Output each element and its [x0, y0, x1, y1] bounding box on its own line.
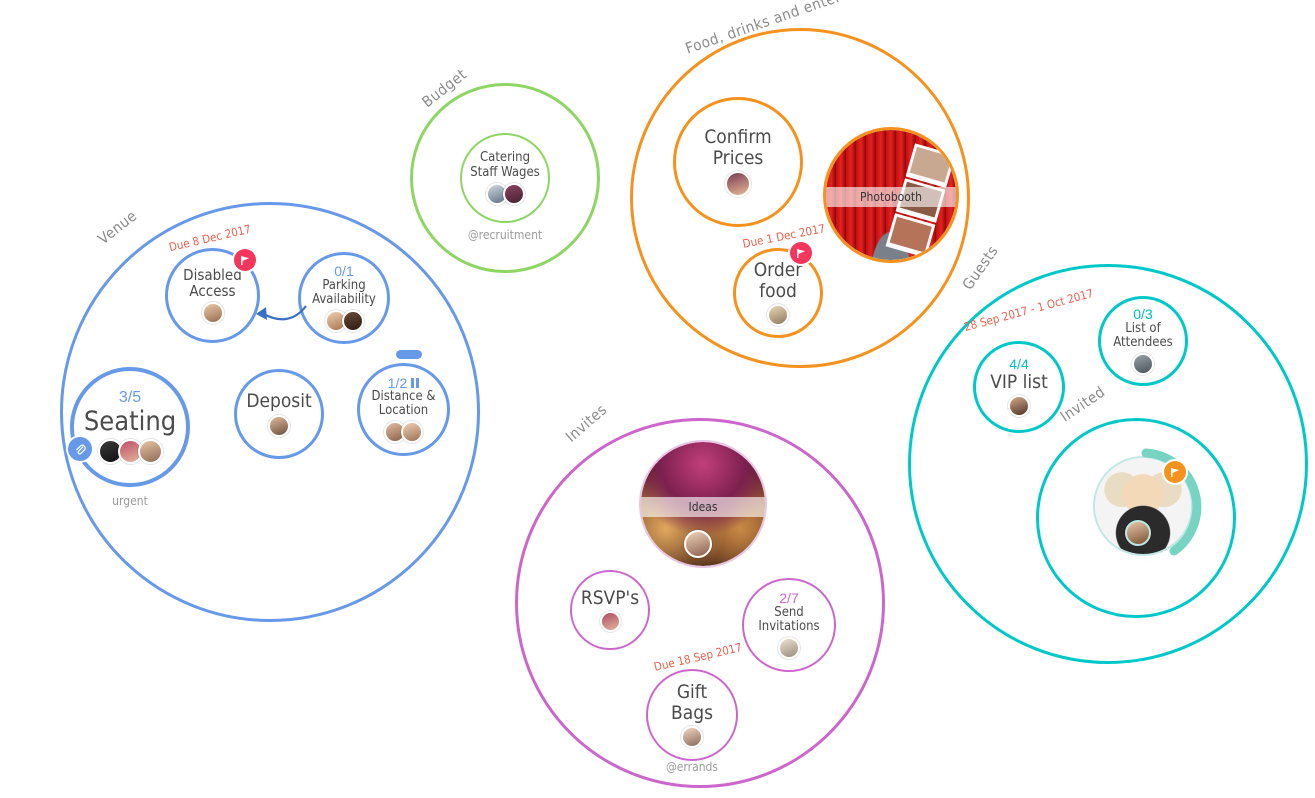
node-distance-counter: 1/2: [387, 374, 420, 391]
avatar[interactable]: [137, 438, 163, 464]
pause-icon: [411, 377, 420, 388]
avatar[interactable]: [1125, 520, 1151, 546]
node-distance-title: Distance & Location: [371, 389, 436, 419]
node-photobooth[interactable]: Photobooth: [823, 127, 959, 263]
avatar[interactable]: [681, 726, 703, 749]
node-distance-location[interactable]: 1/2 Distance & Location: [357, 363, 450, 456]
avatar[interactable]: [401, 421, 423, 444]
node-seating[interactable]: 3/5 Seating: [68, 367, 190, 487]
orange-flag-icon[interactable]: [1164, 461, 1186, 483]
node-gift-bags-title: Gift Bags: [671, 680, 713, 724]
avatar[interactable]: [778, 636, 800, 659]
node-catering-tag: @recruitment: [467, 228, 543, 242]
node-order-food[interactable]: Order food: [733, 248, 823, 338]
node-confirm-prices-avatars[interactable]: [725, 171, 751, 198]
node-send-invitations-avatars[interactable]: [778, 636, 800, 659]
node-attendees-avatars[interactable]: [1132, 352, 1154, 375]
node-deposit-avatars[interactable]: [268, 414, 290, 437]
node-ideas-title: Ideas: [641, 496, 765, 517]
node-catering-staff-wages[interactable]: Catering Staff Wages: [460, 133, 550, 223]
node-seating-avatars[interactable]: [97, 438, 163, 464]
node-ideas[interactable]: Ideas: [639, 440, 767, 568]
avatar[interactable]: [599, 611, 621, 633]
node-catering-avatars[interactable]: [485, 182, 525, 205]
node-confirm-prices-title: Confirm Prices: [704, 125, 772, 169]
avatar[interactable]: [725, 171, 751, 198]
node-distance-avatars[interactable]: [384, 421, 423, 444]
red-flag-icon[interactable]: [234, 249, 256, 271]
group-venue-label: Venue: [94, 206, 141, 249]
node-deposit[interactable]: Deposit: [234, 369, 324, 459]
node-photobooth-title: Photobooth: [826, 187, 956, 208]
avatar[interactable]: [1132, 352, 1154, 375]
node-vip-list-counter: 4/4: [1009, 355, 1029, 372]
paperclip-icon[interactable]: [68, 437, 92, 461]
node-seating-counter: 3/5: [118, 389, 142, 407]
group-invites-label: Invites: [562, 400, 611, 446]
node-rsvps-title: RSVP's: [580, 586, 640, 609]
node-distance-tab-handle[interactable]: [396, 350, 422, 359]
node-deposit-title: Deposit: [246, 390, 312, 413]
node-list-of-attendees[interactable]: 0/3 List of Attendees: [1098, 296, 1188, 386]
avatar[interactable]: [201, 302, 224, 325]
avatar[interactable]: [502, 182, 525, 205]
node-vip-list-title: VIP list: [990, 370, 1048, 393]
node-distance-counter-value: 1/2: [387, 374, 408, 391]
node-parking-title: Parking Availability: [312, 277, 376, 307]
node-attendees-title: List of Attendees: [1113, 320, 1173, 350]
avatar[interactable]: [684, 530, 712, 558]
avatar[interactable]: [1008, 395, 1030, 418]
node-parking-avatars[interactable]: [324, 309, 364, 332]
connector-parking-to-disabled: [256, 305, 307, 321]
node-vip-list-avatars[interactable]: [1008, 395, 1030, 418]
node-catering-title: Catering Staff Wages: [470, 150, 540, 180]
node-send-invitations-counter: 2/7: [779, 590, 799, 607]
node-gift-bags-avatars[interactable]: [681, 726, 703, 749]
node-confirm-prices[interactable]: Confirm Prices: [673, 97, 803, 227]
node-rsvps[interactable]: RSVP's: [570, 570, 650, 650]
node-rsvps-avatars[interactable]: [599, 611, 621, 633]
avatar[interactable]: [268, 414, 290, 437]
node-disabled-access-avatars[interactable]: [201, 302, 224, 325]
node-disabled-access[interactable]: Disabled Access: [165, 248, 260, 343]
node-order-food-title: Order food: [753, 258, 803, 302]
node-seating-tag: urgent: [112, 494, 148, 508]
node-parking-counter: 0/1: [334, 263, 354, 280]
node-gift-bags[interactable]: Gift Bags: [646, 669, 738, 761]
node-send-invitations[interactable]: 2/7 Send Invitations: [742, 578, 836, 672]
avatar[interactable]: [767, 304, 789, 327]
node-send-invitations-title: Send Invitations: [758, 604, 820, 634]
node-disabled-access-title: Disabled Access: [183, 265, 242, 300]
node-attendees-counter: 0/3: [1133, 306, 1153, 323]
node-seating-title: Seating: [83, 405, 177, 437]
node-order-food-avatars[interactable]: [767, 304, 789, 327]
avatar[interactable]: [341, 309, 364, 332]
mindmap-canvas[interactable]: Venue Due 8 Dec 2017 Disabled Access 0/1…: [0, 0, 1315, 798]
node-vip-list[interactable]: 4/4 VIP list: [973, 341, 1065, 433]
red-flag-icon[interactable]: [790, 242, 812, 264]
node-parking-availability[interactable]: 0/1 Parking Availability: [298, 252, 390, 344]
group-guests-label: Guests: [958, 242, 1002, 294]
node-gift-bags-tag: @errands: [665, 760, 719, 774]
